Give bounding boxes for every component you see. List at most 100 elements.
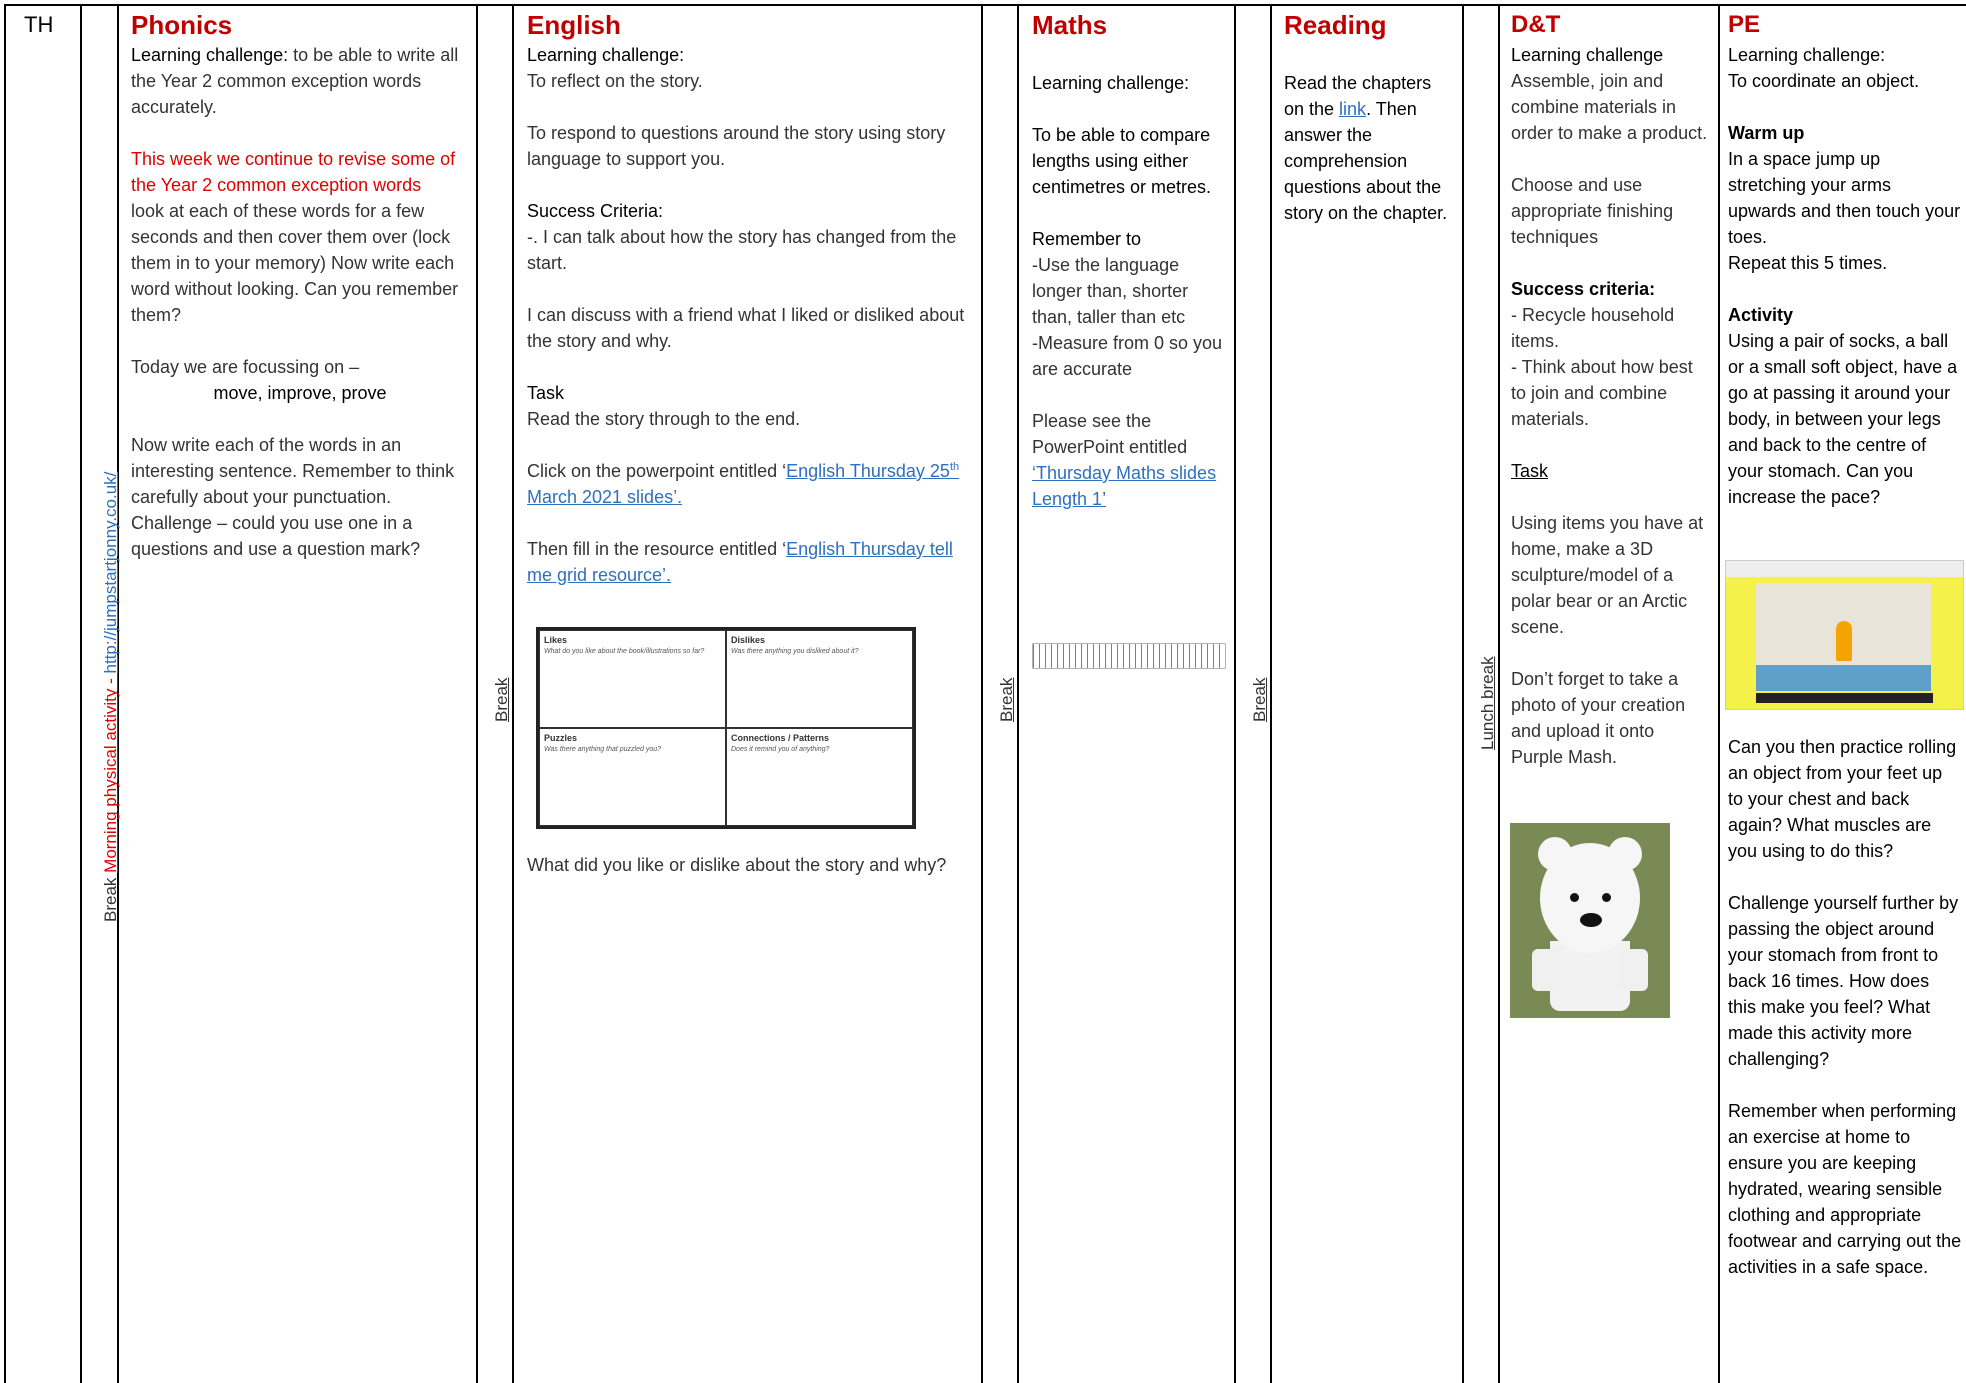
grid-likes-question: What do you like about the book/illustra…: [544, 648, 705, 655]
grid-connections-title: Connections / Patterns: [731, 733, 830, 743]
lunch-break-label: Lunch break: [1478, 656, 1497, 750]
english-closing-question: What did you like or dislike about the s…: [527, 855, 947, 875]
phonics-challenge-extra: Challenge – could you use one in a quest…: [131, 513, 421, 559]
maths-challenge-label: Learning challenge:: [1032, 73, 1190, 93]
col-border: [981, 4, 983, 1383]
english-task-1: Read the story through to the end.: [527, 409, 801, 429]
col-border: [512, 4, 514, 1383]
dt-cell: D&T Learning challenge Assemble, join an…: [1511, 10, 1711, 770]
col-border: [1718, 4, 1720, 1383]
grid-dislikes: Dislikes Was there anything you disliked…: [726, 630, 913, 728]
english-cell: English Learning challenge: To reflect o…: [527, 10, 973, 588]
grid-dislikes-question: Was there anything you disliked about it…: [731, 648, 859, 655]
grid-likes: Likes What do you like about the book/il…: [539, 630, 726, 728]
grid-connections-question: Does it remind you of anything?: [731, 746, 830, 753]
break-label: Break: [997, 677, 1016, 722]
pe-practice-text: Can you then practice rolling an object …: [1728, 737, 1957, 861]
grid-connections: Connections / Patterns Does it remind yo…: [726, 728, 913, 826]
reading-link[interactable]: link: [1339, 99, 1366, 119]
pe-title: PE: [1728, 11, 1761, 38]
break-label: Break: [1250, 677, 1269, 722]
maths-cell: Maths Learning challenge: To be able to …: [1032, 10, 1224, 512]
phonics-focus-words: move, improve, prove: [213, 383, 387, 403]
jumpstart-link[interactable]: http://jumpstartjonny.co.uk/: [101, 472, 120, 674]
english-task-label: Task: [527, 383, 565, 403]
break-text: Break: [101, 877, 120, 922]
grid-dislikes-title: Dislikes: [731, 635, 766, 645]
tell-me-grid: Likes What do you like about the book/il…: [536, 627, 916, 829]
english-success-1: -. I can talk about how the story has ch…: [527, 227, 957, 273]
dt-challenge-label: Learning challenge: [1511, 45, 1664, 65]
maths-title: Maths: [1032, 10, 1108, 40]
col-border: [1498, 4, 1500, 1383]
dt-task-1: Using items you have at home, make a 3D …: [1511, 513, 1704, 637]
grid-puzzles-title: Puzzles: [544, 733, 578, 743]
english-slides-link-a: English Thursday 25: [786, 461, 950, 481]
pe-video-thumbnail: [1725, 560, 1964, 710]
phonics-challenge-label: Learning challenge:: [131, 45, 289, 65]
pe-cell: PE Learning challenge: To coordinate an …: [1728, 10, 1962, 510]
col-border: [1462, 4, 1464, 1383]
english-task-2-prefix: Click on the powerpoint entitled ‘: [527, 461, 787, 481]
english-success-2: I can discuss with a friend what I liked…: [527, 305, 965, 351]
phonics-sentence-task: Now write each of the words in an intere…: [131, 435, 455, 507]
col-border: [1270, 4, 1272, 1383]
phonics-cell: Phonics Learning challenge: to be able t…: [131, 10, 469, 562]
maths-remember-label: Remember to: [1032, 229, 1142, 249]
phonics-red-note: This week we continue to revise some of …: [131, 149, 456, 195]
pe-remember-text: Remember when performing an exercise at …: [1728, 1101, 1962, 1277]
dt-task-2: Don’t forget to take a photo of your cre…: [1511, 669, 1686, 767]
dt-success-1: - Recycle household items.: [1511, 305, 1675, 351]
english-title: English: [527, 10, 621, 40]
phonics-instructions: look at each of these words for a few se…: [131, 201, 459, 325]
grid-likes-title: Likes: [544, 635, 568, 645]
english-success-label: Success Criteria:: [527, 201, 664, 221]
maths-slides-link[interactable]: ‘Thursday Maths slides Length 1’: [1032, 463, 1216, 509]
pe-warmup-label: Warm up: [1728, 123, 1805, 143]
pe-challenge-label: Learning challenge:: [1728, 45, 1886, 65]
morning-activity-label: Break Morning physical activity - http:/…: [101, 382, 121, 922]
english-slides-link-sup: th: [949, 461, 960, 473]
col-border: [476, 4, 478, 1383]
morning-activity-text: Morning physical activity -: [101, 673, 120, 873]
pe-activity-label: Activity: [1728, 305, 1794, 325]
reading-cell: Reading Read the chapters on the link. T…: [1284, 10, 1456, 226]
timetable-page: TH Break Morning physical activity - htt…: [0, 0, 1966, 1383]
col-border: [4, 4, 6, 1383]
row-label: TH: [24, 12, 54, 37]
english-challenge-2: To respond to questions around the story…: [527, 123, 946, 169]
pe-activity-text: Using a pair of socks, a ball or a small…: [1728, 331, 1958, 507]
dt-challenge-2: Choose and use appropriate finishing tec…: [1511, 175, 1674, 247]
pe-warmup-repeat: Repeat this 5 times.: [1728, 253, 1888, 273]
maths-remember-1: -Use the language longer than, shorter t…: [1032, 255, 1189, 327]
dt-challenge-1: Assemble, join and combine materials in …: [1511, 71, 1708, 143]
english-task-3-prefix: Then fill in the resource entitled ‘: [527, 539, 787, 559]
pe-warmup-text: In a space jump up stretching your arms …: [1728, 149, 1961, 247]
col-border: [1017, 4, 1019, 1383]
polar-bear-photo: [1510, 823, 1670, 1018]
reading-title: Reading: [1284, 10, 1387, 40]
maths-remember-2: -Measure from 0 so you are accurate: [1032, 333, 1223, 379]
phonics-focus-intro: Today we are focussing on –: [131, 357, 360, 377]
dt-success-label: Success criteria:: [1511, 279, 1656, 299]
pe-challenge-text: To coordinate an object.: [1728, 71, 1920, 91]
table-top-border: [4, 4, 1966, 6]
grid-puzzles: Puzzles Was there anything that puzzled …: [539, 728, 726, 826]
phonics-title: Phonics: [131, 10, 233, 40]
english-challenge-label: Learning challenge:: [527, 45, 685, 65]
grid-puzzles-question: Was there anything that puzzled you?: [544, 746, 662, 753]
col-border: [1234, 4, 1236, 1383]
english-closing: What did you like or dislike about the s…: [527, 852, 973, 878]
english-challenge-1: To reflect on the story.: [527, 71, 703, 91]
maths-see-prefix: Please see the PowerPoint entitled: [1032, 411, 1188, 457]
pe-challenge-extra: Challenge yourself further by passing th…: [1728, 893, 1959, 1069]
break-label: Break: [492, 677, 511, 722]
english-slides-link-b: March 2021 slides’.: [527, 487, 683, 507]
pe-cell-lower: Can you then practice rolling an object …: [1728, 734, 1962, 1280]
ruler-image: [1032, 643, 1226, 669]
dt-task-label: Task: [1511, 461, 1549, 481]
maths-challenge-text: To be able to compare lengths using eith…: [1032, 125, 1212, 197]
col-border: [80, 4, 82, 1383]
dt-title: D&T: [1511, 11, 1561, 38]
dt-success-2: - Think about how best to join and combi…: [1511, 357, 1693, 429]
